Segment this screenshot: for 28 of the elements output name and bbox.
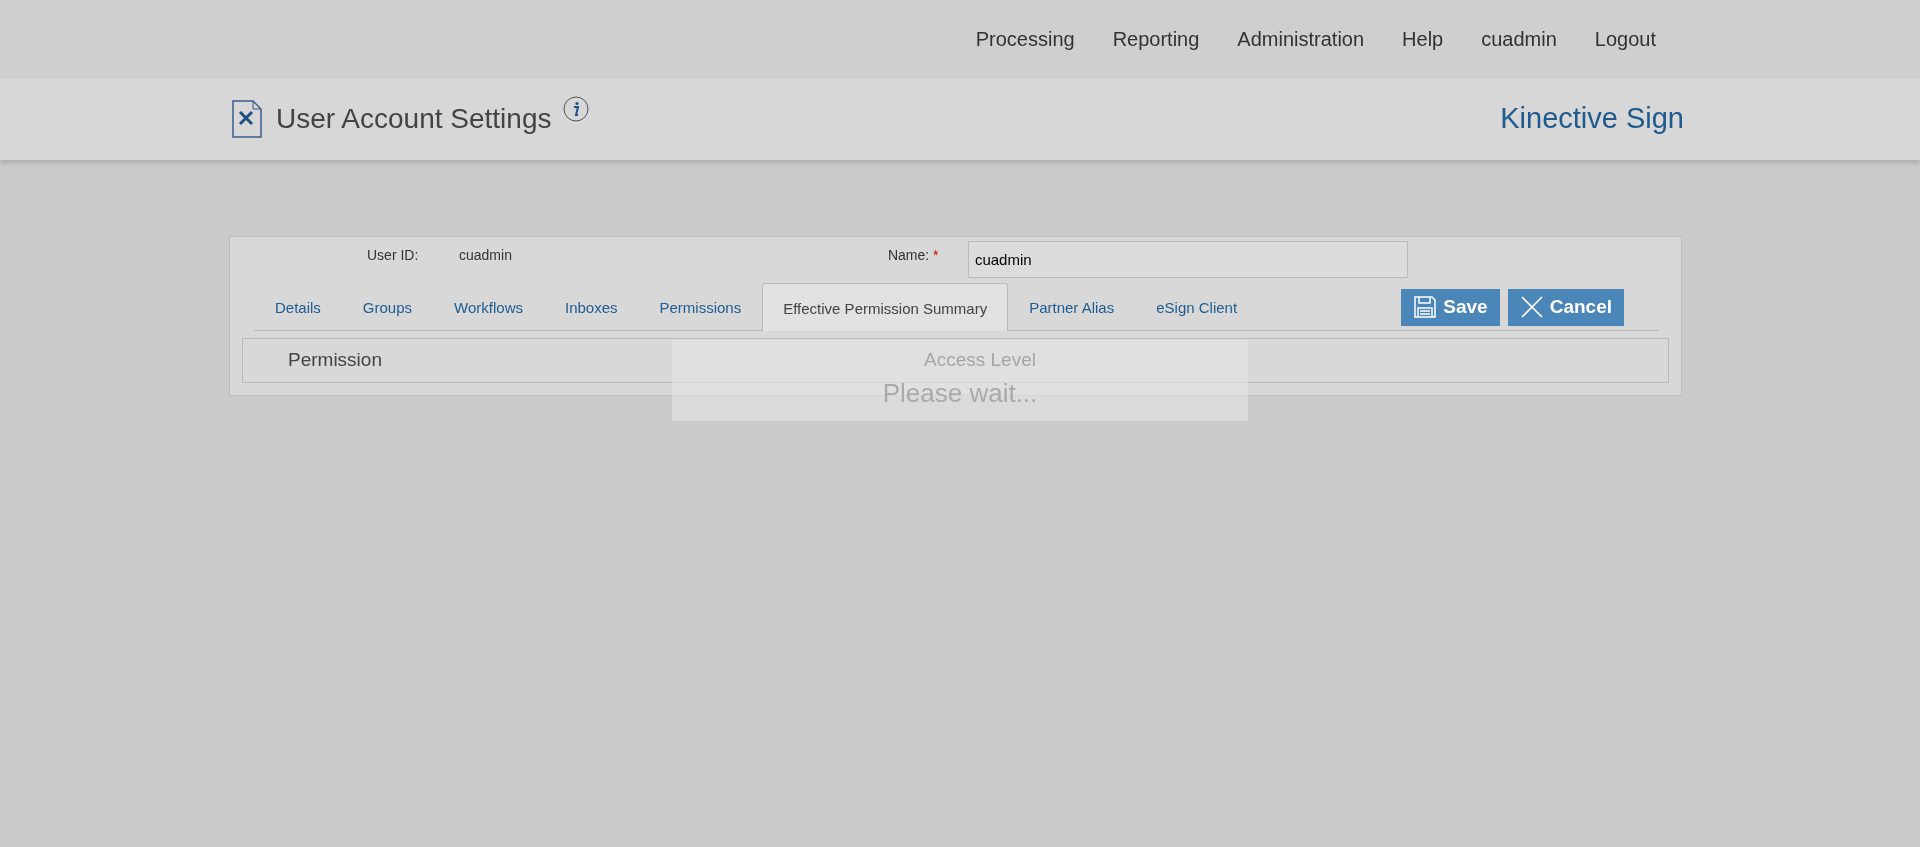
tab[interactable]: Permissions xyxy=(638,282,763,330)
name-label: Name: * xyxy=(887,246,940,265)
column-header: Permission xyxy=(288,347,382,372)
save-button[interactable]: Save xyxy=(1401,288,1500,326)
brand-name: Kinective Sign xyxy=(1500,101,1684,137)
tab[interactable]: Groups xyxy=(341,282,434,330)
cancel-button[interactable]: Cancel xyxy=(1507,288,1624,326)
nav-link[interactable]: Administration xyxy=(1218,24,1384,54)
page-title: User Account Settings xyxy=(276,102,552,136)
tab[interactable]: Inboxes xyxy=(543,282,639,330)
nav-link[interactable]: Logout xyxy=(1575,24,1675,54)
close-icon xyxy=(1519,295,1544,319)
info-icon[interactable] xyxy=(563,96,590,122)
nav-link[interactable]: Help xyxy=(1383,24,1463,54)
document-tools-icon xyxy=(232,100,262,138)
column-header: Access Level xyxy=(924,347,1036,372)
user-id-label: User ID: xyxy=(367,246,420,265)
nav-link[interactable]: Reporting xyxy=(1093,24,1219,54)
tab[interactable]: Effective Permission Summary xyxy=(762,283,1009,331)
nav-link[interactable]: cuadmin xyxy=(1462,24,1576,54)
tab[interactable]: Details xyxy=(254,282,342,330)
tab[interactable]: eSign Client xyxy=(1135,282,1259,330)
tab[interactable]: Partner Alias xyxy=(1008,282,1136,330)
name-field[interactable]: cuadmin xyxy=(967,241,1408,278)
tab[interactable]: Workflows xyxy=(433,282,544,330)
save-icon xyxy=(1413,295,1438,319)
nav-link[interactable]: Processing xyxy=(956,24,1094,54)
user-id-value: cuadmin xyxy=(459,246,512,265)
